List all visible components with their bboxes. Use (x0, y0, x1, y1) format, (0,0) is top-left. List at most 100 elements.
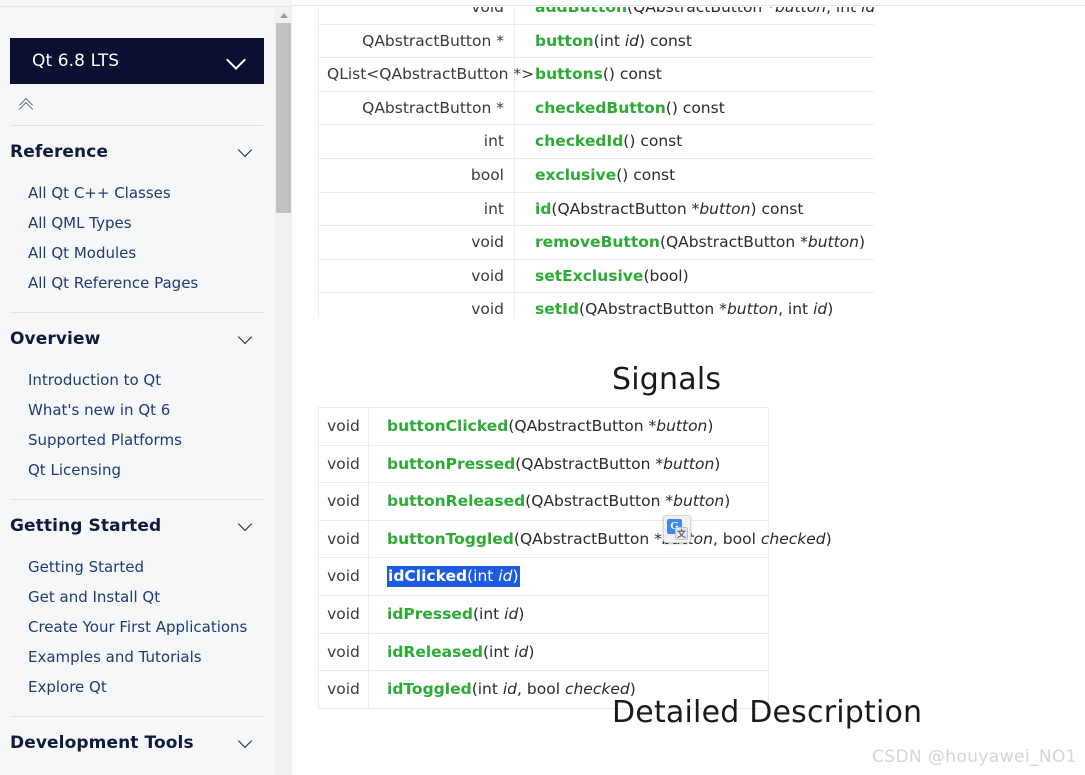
signature-cell: checkedButton() const (514, 90, 874, 126)
method-name-link[interactable]: setExclusive (535, 267, 643, 285)
nav-group-header-reference[interactable]: Reference (10, 126, 264, 178)
functions-table-row: int id(QAbstractButton *button) const (318, 191, 874, 227)
nav-group-title: Getting Started (10, 516, 162, 536)
signals-heading: Signals (612, 362, 722, 397)
return-type-cell: void (318, 7, 515, 25)
sidebar-item-explore-qt[interactable]: Explore Qt (10, 672, 264, 702)
sidebar: Qt 6.8 LTS Reference All Qt C++ Classes … (0, 7, 275, 775)
signals-table-row: void idReleased(int id) (318, 632, 769, 672)
method-name-link[interactable]: buttonToggled (387, 530, 514, 548)
nav-group-header-development-tools[interactable]: Development Tools (10, 717, 264, 769)
sidebar-item-getting-started[interactable]: Getting Started (10, 552, 264, 582)
scroll-up-arrow-icon[interactable] (276, 8, 291, 22)
signature-cell: setExclusive(bool) (514, 258, 874, 294)
signals-table-wrapper: void buttonClicked(QAbstractButton *butto… (318, 407, 832, 709)
signature-cell: buttonReleased(QAbstractButton *button) (368, 482, 769, 521)
functions-table-wrapper: void addButton(QAbstractButton *button, i… (318, 7, 874, 318)
nav-group-overview: Overview Introduction to Qt What's new i… (10, 313, 264, 500)
signature-cell: addButton(QAbstractButton *button, int i… (514, 7, 874, 25)
signature-cell: idReleased(int id) (368, 632, 769, 672)
nav-group-reference: Reference All Qt C++ Classes All QML Typ… (10, 126, 264, 313)
chevron-down-icon (239, 518, 257, 534)
method-name-link[interactable]: buttons (535, 65, 603, 83)
signature-cell: buttonClicked(QAbstractButton *button) (368, 407, 769, 446)
method-name-link[interactable]: checkedButton (535, 99, 666, 117)
return-type-cell: void (318, 632, 369, 672)
return-type-cell: bool (318, 157, 515, 193)
google-translate-icon[interactable]: G 文 (663, 515, 691, 543)
sidebar-item-get-and-install-qt[interactable]: Get and Install Qt (10, 582, 264, 612)
method-name-link[interactable]: idClicked (388, 567, 467, 585)
method-name-link[interactable]: button (535, 32, 594, 50)
signals-table-row: void idPressed(int id) (318, 594, 769, 634)
text-selection-highlight[interactable]: idClicked(int id) (387, 566, 520, 588)
signature-cell: exclusive() const (514, 157, 874, 193)
method-name-link[interactable]: idReleased (387, 643, 483, 661)
signature-cell: buttons() const (514, 57, 874, 92)
return-type-cell: int (318, 191, 515, 227)
sidebar-item-supported-platforms[interactable]: Supported Platforms (10, 425, 264, 455)
return-type-cell: void (318, 407, 369, 446)
google-translate-target-glyph: 文 (675, 527, 688, 540)
nav-group-title: Development Tools (10, 733, 194, 753)
return-type-cell: QList<QAbstractButton *> (318, 57, 534, 92)
return-type-cell: void (318, 557, 369, 596)
sidebar-item-all-qml-types[interactable]: All QML Types (10, 208, 264, 238)
nav-group-header-overview[interactable]: Overview (10, 313, 264, 365)
return-type-cell: void (318, 519, 369, 559)
return-type-cell: void (318, 444, 369, 484)
collapse-all-button[interactable] (10, 84, 264, 126)
chevron-down-icon (239, 735, 257, 751)
method-name-link[interactable]: exclusive (535, 166, 616, 184)
return-type-cell: void (318, 258, 515, 294)
sidebar-top-hairline (0, 0, 292, 7)
method-name-link[interactable]: id (535, 200, 551, 218)
return-type-cell: void (318, 594, 369, 634)
method-name-link[interactable]: buttonPressed (387, 455, 515, 473)
sidebar-item-overview[interactable]: Overview (10, 769, 264, 775)
sidebar-item-qt-licensing[interactable]: Qt Licensing (10, 455, 264, 485)
method-name-link[interactable]: addButton (535, 7, 627, 16)
method-name-link[interactable]: setId (535, 300, 579, 318)
nav-group-header-getting-started[interactable]: Getting Started (10, 500, 264, 552)
signals-table-row: void buttonPressed(QAbstractButton *butto… (318, 444, 769, 484)
sidebar-item-introduction-to-qt[interactable]: Introduction to Qt (10, 365, 264, 395)
signals-table-row: void buttonClicked(QAbstractButton *butto… (318, 407, 769, 446)
sidebar-item-create-your-first-applications[interactable]: Create Your First Applications (10, 612, 264, 642)
method-name-link[interactable]: removeButton (535, 233, 660, 251)
signature-cell: removeButton(QAbstractButton *button) (514, 225, 874, 260)
return-type-cell: QAbstractButton * (318, 23, 515, 59)
method-name-link[interactable]: idPressed (387, 605, 473, 623)
nav-group-title: Overview (10, 329, 101, 349)
nav-group-getting-started: Getting Started Getting Started Get and … (10, 500, 264, 717)
functions-table-row: QAbstractButton * checkedButton() const (318, 90, 874, 126)
sidebar-item-examples-and-tutorials[interactable]: Examples and Tutorials (10, 642, 264, 672)
signals-table: void buttonClicked(QAbstractButton *butto… (318, 407, 832, 709)
signature-cell: button(int id) const (514, 23, 874, 59)
method-name-link[interactable]: checkedId (535, 132, 623, 150)
functions-table: void addButton(QAbstractButton *button, i… (318, 7, 874, 318)
detailed-description-heading: Detailed Description (612, 695, 923, 730)
functions-table-row: QList<QAbstractButton *> buttons() const (318, 57, 874, 92)
sidebar-item-all-qt-reference-pages[interactable]: All Qt Reference Pages (10, 268, 264, 298)
main-content: void addButton(QAbstractButton *button, i… (293, 7, 1085, 775)
chevron-down-icon (239, 144, 257, 160)
signature-cell: checkedId() const (514, 124, 874, 159)
signature-cell: setId(QAbstractButton *button, int id) (514, 292, 874, 318)
sidebar-item-all-qt-cpp-classes[interactable]: All Qt C++ Classes (10, 178, 264, 208)
nav-group-title: Reference (10, 142, 109, 162)
method-name-link[interactable]: buttonClicked (387, 417, 508, 435)
functions-table-row: void removeButton(QAbstractButton *button… (318, 225, 874, 260)
chevron-down-icon (228, 51, 248, 71)
method-name-link[interactable]: buttonReleased (387, 492, 525, 510)
method-name-link[interactable]: idToggled (387, 680, 472, 698)
functions-table-row: int checkedId() const (318, 124, 874, 159)
functions-table-row: QAbstractButton * button(int id) const (318, 23, 874, 59)
sidebar-item-whats-new-in-qt-6[interactable]: What's new in Qt 6 (10, 395, 264, 425)
page-root: Qt 6.8 LTS Reference All Qt C++ Classes … (0, 0, 1085, 775)
signature-cell: buttonPressed(QAbstractButton *button) (368, 444, 769, 484)
sidebar-scrollbar-thumb[interactable] (276, 23, 291, 213)
sidebar-item-all-qt-modules[interactable]: All Qt Modules (10, 238, 264, 268)
version-selector[interactable]: Qt 6.8 LTS (10, 38, 264, 84)
nav-group-development-tools: Development Tools Overview (10, 717, 264, 775)
